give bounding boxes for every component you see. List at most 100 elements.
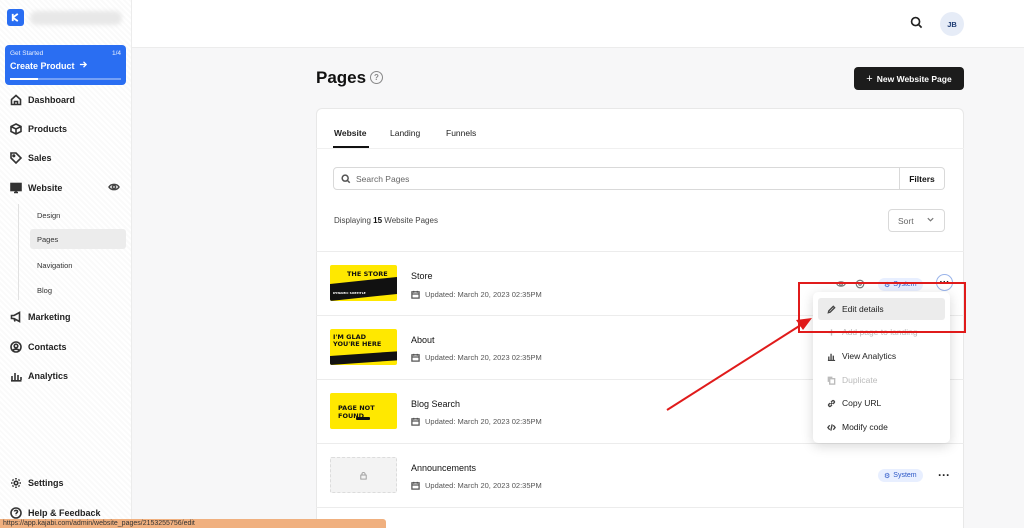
bar-chart-icon (11, 373, 22, 382)
more-options-button[interactable]: ··· (938, 468, 950, 482)
home-icon (10, 94, 22, 106)
sidebar-subitem-pages[interactable]: Pages (30, 229, 126, 249)
row-updated-text: Updated: March 20, 2023 02:35PM (425, 290, 542, 299)
displaying-count: Displaying 15 Website Pages (334, 216, 438, 225)
get-started-card[interactable]: Get Started 1/4 Create Product (5, 45, 126, 85)
new-website-page-button[interactable]: + New Website Page (854, 67, 964, 90)
thumbnail-store[interactable]: THE STORE DYNAMIC SUBTITLE (330, 265, 397, 301)
help-icon[interactable]: ? (370, 71, 383, 84)
row-updated-text: Updated: March 20, 2023 02:35PM (425, 353, 542, 362)
sidebar-item-settings[interactable]: Settings (10, 475, 64, 491)
bar-chart-icon (827, 353, 836, 361)
sidebar-label-dashboard: Dashboard (28, 95, 76, 105)
browser-status-url: https://app.kajabi.com/admin/website_pag… (0, 519, 386, 528)
eye-icon[interactable] (108, 181, 120, 193)
search-icon (341, 173, 351, 183)
gear-icon: ⚙ (884, 472, 891, 480)
sidebar-subitem-navigation[interactable]: Navigation (30, 255, 126, 275)
copy-icon (827, 376, 836, 385)
menu-item-view-analytics[interactable]: View Analytics (818, 345, 945, 367)
gear-icon (11, 478, 21, 488)
create-product-label: Create Product (10, 60, 75, 71)
kajabi-logo-icon[interactable] (7, 9, 24, 26)
sidebar-label-settings: Settings (28, 478, 64, 488)
megaphone-icon (10, 311, 21, 323)
sort-dropdown[interactable]: Sort (888, 209, 945, 232)
get-started-progress-text: 1/4 (111, 50, 121, 57)
user-avatar[interactable]: JB (940, 12, 964, 36)
thumb-store-subtitle: DYNAMIC SUBTITLE (333, 291, 366, 295)
top-bar: JB (132, 0, 1024, 48)
contact-icon (10, 341, 22, 353)
displaying-suffix: Website Pages (384, 216, 438, 225)
tabs-divider (316, 148, 964, 149)
menu-item-copy-url[interactable]: Copy URL (818, 392, 945, 414)
row-title-announcements[interactable]: Announcements (411, 463, 476, 473)
sidebar-label-contacts: Contacts (28, 342, 67, 352)
plus-icon: + (866, 72, 873, 85)
system-badge: ⚙ System (878, 469, 923, 482)
thumb-blog-button (356, 417, 370, 420)
sidebar-item-analytics[interactable]: Analytics (10, 368, 68, 384)
sidebar-item-contacts[interactable]: Contacts (10, 339, 67, 355)
row-updated-about: Updated: March 20, 2023 02:35PM (411, 353, 542, 362)
sidebar-subitem-design[interactable]: Design (30, 205, 126, 225)
thumb-about-band (330, 351, 397, 365)
search-placeholder: Search Pages (356, 173, 410, 184)
sidebar-label-sales: Sales (28, 153, 52, 163)
thumbnail-about[interactable]: I'M GLAD YOU'RE HERE (330, 329, 397, 365)
search-icon[interactable] (910, 16, 924, 30)
get-started-progress-fill (10, 78, 38, 80)
calendar-icon (411, 290, 420, 299)
sidebar-label-marketing: Marketing (28, 312, 71, 322)
row-updated-announcements: Updated: March 20, 2023 02:35PM (411, 481, 542, 490)
sidebar-item-products[interactable]: Products (10, 121, 67, 137)
submenu-guide-line (18, 204, 19, 300)
calendar-icon (411, 481, 420, 490)
sidebar-item-website[interactable]: Website (10, 180, 62, 196)
menu-item-duplicate[interactable]: Duplicate (818, 369, 945, 391)
tab-funnels[interactable]: Funnels (446, 128, 476, 138)
sidebar-label-website: Website (28, 183, 63, 193)
menu-label-duplicate: Duplicate (842, 375, 878, 385)
page-title: Pages (316, 68, 367, 87)
filters-button[interactable]: Filters (900, 167, 945, 190)
list-divider (316, 251, 964, 252)
tab-website[interactable]: Website (334, 128, 366, 138)
calendar-icon (411, 353, 420, 362)
thumbnail-announcements[interactable] (330, 457, 397, 493)
row-title-about[interactable]: About (411, 335, 435, 345)
displaying-prefix: Displaying (334, 216, 371, 225)
menu-item-modify-code[interactable]: Modify code (818, 416, 945, 438)
menu-label-analytics: View Analytics (842, 351, 897, 361)
thumb-store-band (330, 276, 397, 301)
sidebar-item-dashboard[interactable]: Dashboard (10, 92, 75, 108)
sidebar-item-sales[interactable]: Sales (10, 150, 52, 166)
sidebar-item-marketing[interactable]: Marketing (10, 309, 71, 325)
row-divider (316, 507, 964, 508)
sidebar: Get Started 1/4 Create Product Dashboard… (0, 0, 132, 528)
thumb-store-title: THE STORE (347, 270, 388, 278)
chevron-down-icon (926, 215, 935, 226)
row-title-store[interactable]: Store (411, 271, 433, 281)
annotation-highlight-box (798, 282, 966, 333)
thumbnail-blog-search[interactable]: PAGE NOT FOUND (330, 393, 397, 429)
sidebar-subitem-blog[interactable]: Blog (30, 280, 126, 300)
get-started-progress-bar (10, 78, 121, 80)
pages-count: 15 (373, 216, 383, 225)
monitor-icon (10, 182, 22, 194)
system-badge-label: System (893, 472, 917, 479)
arrow-right-icon (79, 60, 88, 71)
store-name-blurred[interactable] (30, 11, 122, 25)
link-icon (827, 399, 836, 407)
search-pages-input[interactable]: Search Pages (333, 167, 900, 190)
tab-landing[interactable]: Landing (390, 128, 420, 138)
calendar-icon (411, 417, 420, 426)
box-icon (10, 123, 22, 135)
sort-label: Sort (898, 215, 914, 226)
sidebar-label-help: Help & Feedback (28, 508, 101, 518)
row-title-blog-search[interactable]: Blog Search (411, 399, 460, 409)
row-updated-store: Updated: March 20, 2023 02:35PM (411, 290, 542, 299)
thumb-about-title: I'M GLAD YOU'RE HERE (333, 333, 382, 348)
tag-icon (10, 152, 22, 164)
